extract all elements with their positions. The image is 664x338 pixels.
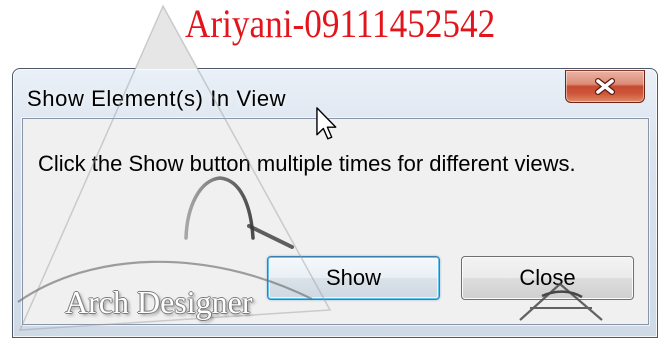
close-icon [595, 78, 615, 95]
close-button[interactable]: Close [461, 256, 634, 300]
dialog-message: Click the Show button multiple times for… [38, 151, 576, 176]
show-button-label: Show [325, 265, 382, 290]
close-button-label: Close [519, 265, 576, 290]
title-bar[interactable]: Show Element(s) In View [13, 69, 657, 117]
dialog-content: Click the Show button multiple times for… [22, 118, 649, 325]
dialog-window: Show Element(s) In View Click the Show b… [12, 68, 658, 338]
close-icon-glyph [596, 79, 614, 94]
screen: Ariyani-09111452542 Show Element(s) In V… [0, 0, 664, 338]
show-button[interactable]: Show [267, 256, 440, 300]
title-close-button[interactable] [565, 70, 645, 103]
window-title: Show Element(s) In View [27, 86, 287, 111]
watermark-caption: Ariyani-09111452542 [185, 1, 496, 46]
